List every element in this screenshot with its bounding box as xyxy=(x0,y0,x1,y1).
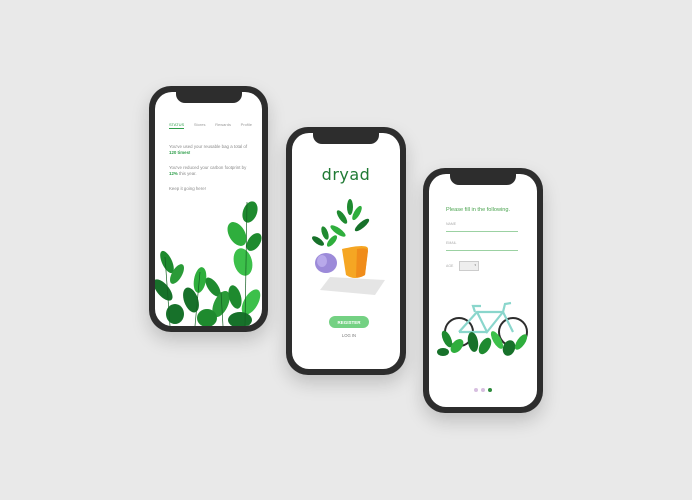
age-select[interactable]: ▾ xyxy=(459,261,479,271)
email-label: EMAIL xyxy=(446,241,457,245)
potted-plants-illustration xyxy=(312,199,385,295)
page-dot-3-active[interactable] xyxy=(488,388,492,392)
notch xyxy=(313,133,379,144)
registration-screen: Please fill in the following. NAME EMAIL… xyxy=(429,174,537,407)
tab-bar: STATUS Stores Rewards Profile xyxy=(169,122,252,129)
carbon-text: You've reduced your carbon footprint by … xyxy=(169,165,247,176)
app-logo: dryad xyxy=(321,165,371,184)
chevron-down-icon: ▾ xyxy=(474,263,476,267)
register-button[interactable]: REGISTER xyxy=(329,316,369,328)
tab-profile[interactable]: Profile xyxy=(241,122,252,129)
login-link[interactable]: LOG IN xyxy=(329,333,369,338)
phone-welcome: dryad REGISTER LOG IN xyxy=(286,127,406,375)
page-dot-1[interactable] xyxy=(474,388,478,392)
bag-usage-text: You've used your reusable bag a total of… xyxy=(169,144,248,155)
email-field[interactable]: EMAIL xyxy=(446,241,518,251)
tab-status[interactable]: STATUS xyxy=(169,122,185,129)
page-indicator xyxy=(429,379,537,397)
form-title: Please fill in the following. xyxy=(446,207,511,213)
welcome-screen: dryad REGISTER LOG IN xyxy=(292,133,400,369)
tab-stores[interactable]: Stores xyxy=(194,122,206,129)
notch xyxy=(175,92,242,103)
page-dot-2[interactable] xyxy=(481,388,485,392)
phone-status: STATUS Stores Rewards Profile You've use… xyxy=(149,86,268,332)
phone-registration: Please fill in the following. NAME EMAIL… xyxy=(423,168,543,413)
name-label: NAME xyxy=(446,222,457,226)
age-label: AGE xyxy=(446,264,454,268)
leaves-illustration xyxy=(155,201,262,326)
tab-rewards[interactable]: Rewards xyxy=(215,122,231,129)
bicycle-illustration xyxy=(437,301,528,356)
status-screen: STATUS Stores Rewards Profile You've use… xyxy=(155,92,262,326)
name-field[interactable]: NAME xyxy=(446,222,518,232)
notch xyxy=(450,174,516,185)
